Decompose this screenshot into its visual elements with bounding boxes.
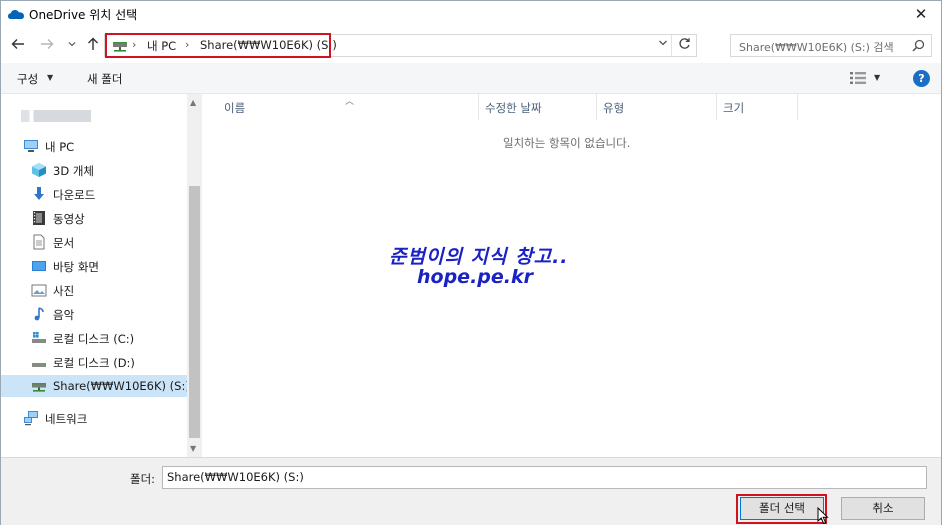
column-divider[interactable] [478, 94, 479, 120]
column-divider[interactable] [797, 94, 798, 120]
address-highlight-box [105, 33, 331, 58]
computer-icon [24, 140, 38, 152]
document-icon [33, 234, 45, 250]
watermark-url: hope.pe.kr [417, 266, 533, 288]
nav-item-label: 다운로드 [53, 188, 96, 202]
scrollbar-thumb[interactable] [189, 186, 200, 438]
navigation-pane: 내 PC 3D 개체 다운로드 동영상 문서 바탕 화면 사진 음악 로컬 디스… [1, 94, 203, 457]
recent-locations-button[interactable] [64, 37, 80, 55]
download-icon [34, 187, 44, 200]
arrow-right-icon [41, 39, 54, 49]
column-divider[interactable] [596, 94, 597, 120]
title-bar: OneDrive 위치 선택 ✕ [1, 1, 941, 28]
footer: 폴더: Share(₩₩W10E6K) (S:) 폴더 선택 취소 [1, 457, 941, 525]
back-button[interactable] [10, 37, 26, 55]
organize-button[interactable]: 구성 [17, 71, 38, 87]
navigation-scrollbar[interactable]: ▲ ▼ [187, 94, 202, 457]
picture-icon [31, 284, 47, 297]
close-button[interactable]: ✕ [901, 1, 941, 28]
nav-item-label: Share(₩₩W10E6K) (S:) [53, 379, 190, 393]
forward-button[interactable] [39, 37, 55, 55]
refresh-button[interactable] [678, 37, 691, 54]
folder-picker-dialog: OneDrive 위치 선택 ✕ › 내 PC › Share(₩₩W10E6K… [0, 0, 942, 525]
up-button[interactable] [85, 37, 101, 55]
window-title: OneDrive 위치 선택 [29, 8, 138, 22]
nav-item-documents[interactable]: 문서 [1, 231, 187, 253]
mouse-cursor-icon [817, 507, 829, 525]
nav-item-label: 로컬 디스크 (D:) [53, 356, 135, 370]
close-icon: ✕ [914, 5, 928, 23]
address-dropdown-button[interactable] [658, 38, 668, 51]
cube-3d-icon [32, 163, 46, 177]
address-row: › 내 PC › Share(₩₩W10E6K) (S:) Share(₩₩W1… [1, 29, 941, 63]
nav-item-label: 동영상 [53, 212, 85, 226]
help-icon: ? [918, 72, 925, 85]
nav-item-music[interactable]: 음악 [1, 303, 187, 325]
nav-item-network[interactable]: 네트워크 [1, 407, 187, 429]
sort-ascending-icon: ︿ [345, 97, 355, 107]
search-icon [912, 39, 925, 52]
network-drive-icon [32, 383, 46, 392]
scroll-up-icon[interactable]: ▲ [190, 98, 196, 107]
nav-item-label: 네트워크 [45, 412, 88, 426]
column-header-name[interactable]: 이름 [224, 100, 245, 116]
nav-item-this-pc[interactable]: 내 PC [1, 135, 187, 157]
nav-item-label: 음악 [53, 308, 75, 322]
chevron-down-icon [659, 40, 667, 46]
new-folder-button[interactable]: 새 폴더 [87, 71, 122, 87]
chevron-down-icon [68, 42, 76, 47]
column-divider[interactable] [716, 94, 717, 120]
nav-item-share-drive[interactable]: Share(₩₩W10E6K) (S:) [1, 375, 190, 397]
view-options-icon[interactable] [850, 72, 866, 84]
column-header-size[interactable]: 크기 [723, 100, 744, 116]
scroll-down-icon[interactable]: ▼ [190, 444, 196, 453]
search-placeholder: Share(₩₩W10E6K) (S:) 검색 [739, 41, 894, 54]
cancel-button[interactable]: 취소 [841, 497, 925, 520]
nav-item-label: 문서 [53, 236, 75, 250]
nav-item-videos[interactable]: 동영상 [1, 207, 187, 229]
command-bar: 구성 ▼ 새 폴더 ▼ ? [1, 63, 941, 94]
caret-down-icon: ▼ [47, 73, 54, 82]
nav-item-pictures[interactable]: 사진 [1, 279, 187, 301]
film-icon [33, 211, 45, 225]
empty-folder-message: 일치하는 항목이 없습니다. [503, 136, 631, 150]
folder-field[interactable]: Share(₩₩W10E6K) (S:) [162, 466, 927, 489]
column-header-date-modified[interactable]: 수정한 날짜 [485, 100, 542, 116]
nav-item-label: 내 PC [45, 140, 75, 154]
music-note-icon [34, 307, 44, 321]
arrow-up-icon [88, 37, 98, 50]
divider [671, 35, 672, 56]
watermark-title: 준범이의 지식 창고.. [389, 246, 569, 268]
desktop-icon [32, 261, 46, 271]
nav-item-local-disk-d[interactable]: 로컬 디스크 (D:) [1, 351, 187, 373]
blurred-quick-access-item[interactable] [21, 110, 91, 122]
nav-item-downloads[interactable]: 다운로드 [1, 183, 187, 205]
nav-item-local-disk-c[interactable]: 로컬 디스크 (C:) [1, 327, 187, 349]
caret-down-icon[interactable]: ▼ [874, 73, 880, 82]
select-folder-button[interactable]: 폴더 선택 [740, 497, 824, 520]
system-drive-icon [32, 332, 46, 343]
search-box[interactable]: Share(₩₩W10E6K) (S:) 검색 [730, 34, 932, 57]
folder-field-label: 폴더: [130, 472, 156, 486]
nav-item-label: 로컬 디스크 (C:) [53, 332, 135, 346]
refresh-icon [679, 38, 690, 49]
network-icon [24, 411, 38, 426]
nav-item-label: 사진 [53, 284, 75, 298]
help-button[interactable]: ? [913, 70, 930, 87]
arrow-left-icon [11, 39, 24, 49]
nav-item-3d-objects[interactable]: 3D 개체 [1, 159, 187, 181]
nav-item-desktop[interactable]: 바탕 화면 [1, 255, 187, 277]
file-list: ︿ 이름 수정한 날짜 유형 크기 일치하는 항목이 없습니다. 준범이의 지식… [205, 94, 941, 457]
onedrive-icon [8, 10, 24, 19]
drive-icon [32, 363, 46, 367]
nav-item-label: 바탕 화면 [53, 260, 99, 274]
nav-item-label: 3D 개체 [53, 164, 94, 178]
column-header-type[interactable]: 유형 [603, 100, 624, 116]
